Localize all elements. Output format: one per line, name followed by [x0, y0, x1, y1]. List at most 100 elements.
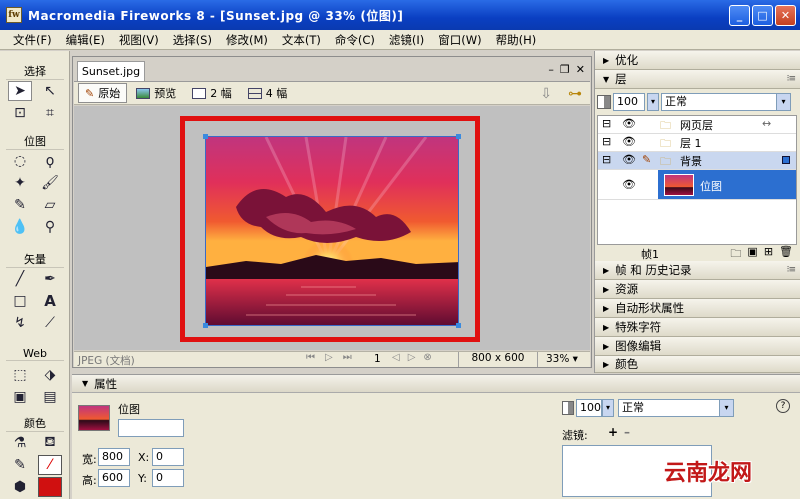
layer-row-web[interactable]: ⊟ 👁 🗀 网页层 ↔ [598, 116, 796, 134]
pointer-tool-icon[interactable]: ➤ [8, 81, 32, 101]
layer-row-background[interactable]: ⊟ 👁 ✎ 🗀 背景 [598, 152, 796, 170]
layer-row-bitmap[interactable]: 👁 位图 [598, 170, 796, 200]
eye-icon[interactable]: 👁 [622, 178, 636, 191]
properties-header[interactable]: ▼ 属性 [72, 375, 800, 393]
y-field[interactable]: 0 [152, 469, 184, 487]
knife-tool-icon[interactable]: ⟋ [38, 313, 62, 333]
rubber-stamp-tool-icon[interactable]: ⚲ [38, 217, 62, 237]
expand-toggle-icon[interactable]: ⊟ [602, 153, 611, 166]
resize-handle-tr[interactable] [456, 134, 461, 139]
print-icon[interactable]: ⊶ [568, 86, 582, 102]
prev-frame-icon[interactable]: ◁ [392, 352, 400, 363]
menu-edit[interactable]: 编辑(E) [61, 32, 110, 48]
last-frame-icon[interactable]: ⏭ [343, 352, 352, 363]
menu-file[interactable]: 文件(F) [8, 32, 57, 48]
auto-shape-panel-header[interactable]: ▶ 自动形状属性 [595, 299, 800, 318]
magic-wand-tool-icon[interactable]: ✦ [8, 173, 32, 193]
eyedropper-tool-icon[interactable]: ⚗ [8, 433, 32, 453]
blur-tool-icon[interactable]: 💧 [8, 217, 32, 237]
menu-window[interactable]: 窗口(W) [433, 32, 486, 48]
view-2up-button[interactable]: 2 幅 [185, 83, 239, 103]
hotspot-tool-icon[interactable]: ⬚ [8, 365, 32, 385]
pen-tool-icon[interactable]: ✒ [38, 269, 62, 289]
expand-toggle-icon[interactable]: ⊟ [602, 117, 611, 130]
menu-view[interactable]: 视图(V) [114, 32, 164, 48]
opacity-dropdown-icon[interactable]: ▾ [602, 399, 614, 417]
eye-icon[interactable]: 👁 [622, 135, 636, 148]
height-field[interactable]: 600 [98, 469, 130, 487]
slice-tool-icon[interactable]: ⬗ [38, 365, 62, 385]
eye-icon[interactable]: 👁 [622, 153, 636, 166]
menu-select[interactable]: 选择(S) [168, 32, 217, 48]
panel-options-icon[interactable]: ⁝≡ [787, 74, 796, 84]
eye-icon[interactable]: 👁 [622, 117, 636, 130]
eraser-tool-icon[interactable]: ▱ [38, 195, 62, 215]
special-chars-panel-header[interactable]: ▶ 特殊字符 [595, 318, 800, 337]
view-original-button[interactable]: ✎ 原始 [78, 83, 128, 103]
canvas-area[interactable] [74, 106, 590, 350]
menu-filters[interactable]: 滤镜(I) [384, 32, 429, 48]
paint-bucket-tool-icon[interactable]: ⛾ [38, 433, 62, 453]
panel-options-icon[interactable]: ⁝≡ [787, 265, 796, 275]
menu-commands[interactable]: 命令(C) [330, 32, 380, 48]
view-4up-button[interactable]: 4 幅 [241, 83, 295, 103]
pencil-tool-icon[interactable]: ✎ [8, 195, 32, 215]
assets-panel-header[interactable]: ▶ 资源 [595, 280, 800, 299]
scale-tool-icon[interactable]: ⊡ [8, 103, 32, 123]
sunset-bitmap[interactable] [205, 136, 459, 326]
brush-tool-icon[interactable]: 🖌 [38, 173, 62, 193]
remove-filter-icon[interactable]: – [624, 425, 630, 439]
view-preview-button[interactable]: 预览 [129, 83, 183, 103]
lasso-tool-icon[interactable]: ϙ [38, 151, 62, 171]
colors-panel-header[interactable]: ▶ 颜色 [595, 356, 800, 373]
hide-slices-icon[interactable]: ▣ [8, 387, 32, 407]
layers-blend-select[interactable]: 正常 ▾ [661, 93, 791, 111]
width-field[interactable]: 800 [98, 448, 130, 466]
crop-tool-icon[interactable]: ⌗ [38, 103, 62, 123]
resize-handle-br[interactable] [456, 323, 461, 328]
maximize-button[interactable]: □ [752, 5, 773, 26]
line-tool-icon[interactable]: ╱ [8, 269, 32, 289]
layers-panel-header[interactable]: ▼ 层 ⁝≡ [595, 70, 800, 89]
first-frame-icon[interactable]: ⏮ [306, 352, 315, 363]
subselect-tool-icon[interactable]: ↖ [38, 81, 62, 101]
add-filter-icon[interactable]: + [608, 425, 618, 439]
rectangle-tool-icon[interactable]: □ [8, 291, 32, 311]
help-icon[interactable]: ? [776, 399, 790, 413]
frames-history-panel-header[interactable]: ▶ 帧 和 历史记录 ⁝≡ [595, 261, 800, 280]
next-frame-icon[interactable]: ▷ [408, 352, 416, 363]
move-handle-icon[interactable]: ↔ [762, 117, 771, 130]
menu-modify[interactable]: 修改(M) [221, 32, 273, 48]
resize-handle-bl[interactable] [203, 323, 208, 328]
doc-minimize-icon[interactable]: – [548, 63, 554, 76]
menu-text[interactable]: 文本(T) [277, 32, 326, 48]
doc-restore-icon[interactable]: ❐ [560, 63, 570, 76]
x-field[interactable]: 0 [152, 448, 184, 466]
menu-help[interactable]: 帮助(H) [491, 32, 542, 48]
zoom-select[interactable]: 33% ▾ [546, 353, 578, 365]
text-tool-icon[interactable]: A [38, 291, 62, 311]
doc-close-icon[interactable]: ✕ [576, 63, 585, 76]
stop-icon[interactable]: ⊗ [423, 352, 431, 363]
no-stroke-swatch-icon[interactable]: ⁄ [38, 455, 62, 475]
layers-opacity-field[interactable]: 100 [613, 93, 645, 111]
quick-export-icon[interactable]: ⇩ [540, 86, 552, 102]
blend-mode-select[interactable]: 正常 ▾ [618, 399, 734, 417]
freeform-tool-icon[interactable]: ↯ [8, 313, 32, 333]
opacity-field[interactable]: 100 [576, 399, 602, 417]
image-edit-panel-header[interactable]: ▶ 图像编辑 [595, 337, 800, 356]
resize-handle-tl[interactable] [203, 134, 208, 139]
fill-color-icon[interactable]: ⬢ [8, 477, 32, 497]
object-name-field[interactable] [118, 419, 184, 437]
marquee-tool-icon[interactable]: ◌ [8, 151, 32, 171]
close-button[interactable]: ✕ [775, 5, 796, 26]
document-tab[interactable]: Sunset.jpg [77, 61, 145, 81]
fill-color-swatch-icon[interactable] [38, 477, 62, 497]
play-icon[interactable]: ▷ [325, 352, 333, 363]
minimize-button[interactable]: _ [729, 5, 750, 26]
expand-toggle-icon[interactable]: ⊟ [602, 135, 611, 148]
stroke-color-icon[interactable]: ✎ [8, 455, 32, 475]
opacity-dropdown-icon[interactable]: ▾ [647, 93, 659, 111]
show-slices-icon[interactable]: ▤ [38, 387, 62, 407]
layer-row-layer1[interactable]: ⊟ 👁 🗀 层 1 [598, 134, 796, 152]
